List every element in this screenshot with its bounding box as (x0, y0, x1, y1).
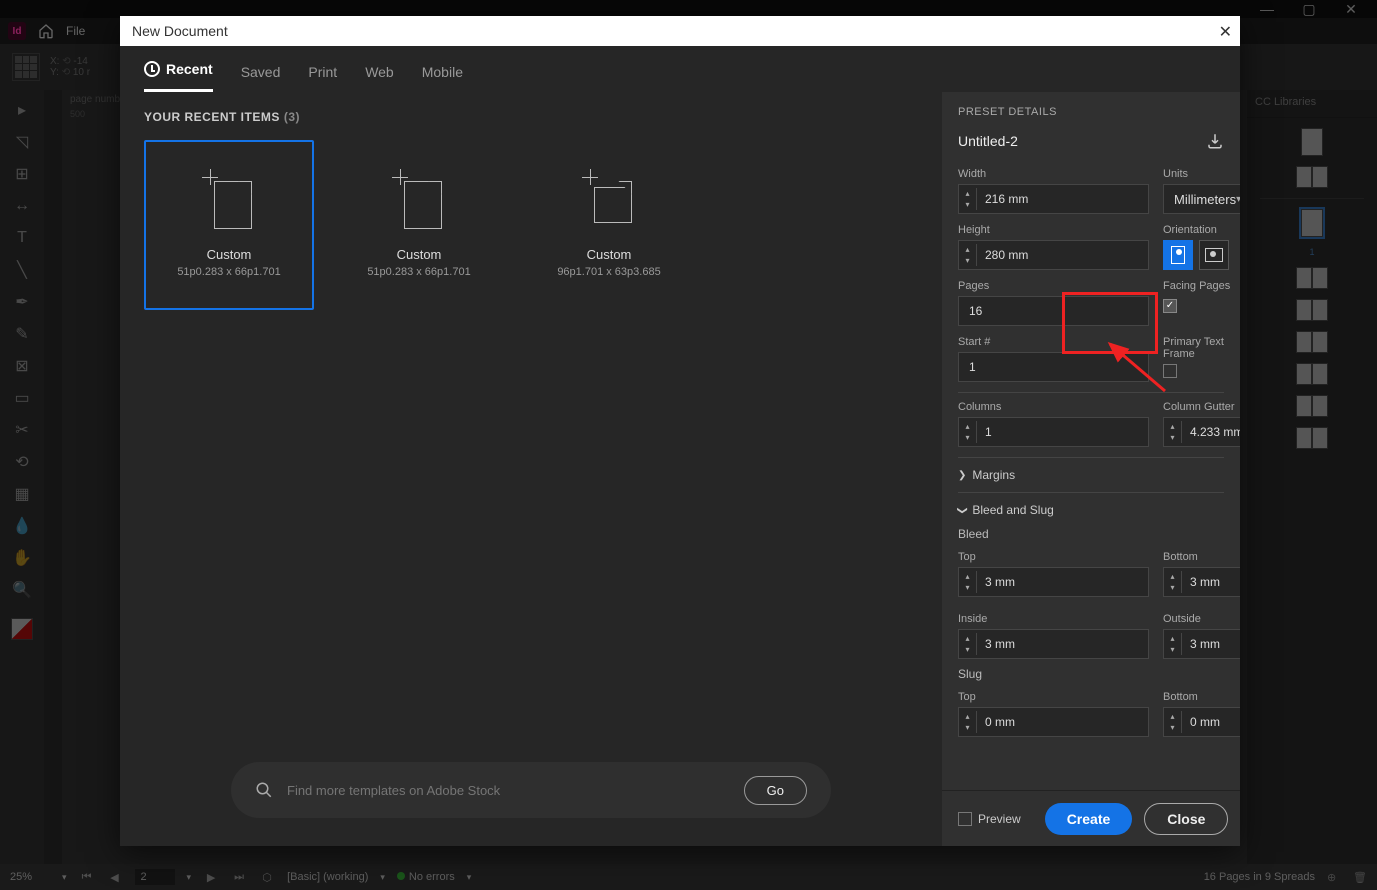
dialog-footer: Preview Create Close (942, 790, 1240, 846)
tab-recent[interactable]: Recent (144, 49, 213, 92)
preset-dimensions: 51p0.283 x 66p1.701 (177, 266, 280, 278)
units-select[interactable]: Millimeters▾ (1163, 184, 1240, 214)
dialog-titlebar: New Document ✕ (120, 16, 1240, 46)
preset-card-2[interactable]: Custom 51p0.283 x 66p1.701 (334, 140, 504, 310)
preset-details-pane: PRESET DETAILS Untitled-2 Width ▴▾ (942, 92, 1240, 846)
height-input[interactable]: ▴▾ (958, 240, 1149, 270)
pages-input[interactable] (958, 296, 1149, 326)
recent-heading: YOUR RECENT ITEMS(3) (144, 110, 918, 124)
preset-name-field[interactable]: Untitled-2 (958, 133, 1206, 149)
bleed-outside-input[interactable]: ▴▾ (1163, 629, 1240, 659)
orientation-portrait-button[interactable] (1163, 240, 1193, 270)
dialog-title: New Document (132, 23, 228, 39)
document-icon (586, 173, 632, 229)
stock-search-input[interactable] (287, 783, 730, 798)
details-heading: PRESET DETAILS (958, 106, 1224, 118)
clock-icon (144, 61, 160, 77)
preset-card-1[interactable]: Custom 51p0.283 x 66p1.701 (144, 140, 314, 310)
bleed-slug-section-toggle[interactable]: ❯Bleed and Slug (958, 503, 1224, 517)
gutter-input[interactable]: ▴▾ (1163, 417, 1240, 447)
preset-card-3[interactable]: Custom 96p1.701 x 63p3.685 (524, 140, 694, 310)
document-icon (396, 173, 442, 229)
new-document-dialog: New Document ✕ Recent Saved Print Web Mo… (120, 16, 1240, 846)
create-button[interactable]: Create (1045, 803, 1133, 835)
start-number-input[interactable] (958, 352, 1149, 382)
width-input[interactable]: ▴▾ (958, 184, 1149, 214)
search-icon (255, 781, 273, 799)
primary-text-frame-checkbox[interactable] (1163, 364, 1177, 378)
adobe-stock-search: Go (231, 762, 831, 818)
columns-input[interactable]: ▴▾ (958, 417, 1149, 447)
tab-print[interactable]: Print (308, 52, 337, 92)
close-button[interactable]: Close (1144, 803, 1228, 835)
preview-checkbox[interactable] (958, 812, 972, 826)
save-preset-icon[interactable] (1206, 132, 1224, 150)
bleed-top-input[interactable]: ▴▾ (958, 567, 1149, 597)
slug-bottom-input[interactable]: ▴▾ (1163, 707, 1240, 737)
orientation-landscape-button[interactable] (1199, 240, 1229, 270)
tab-saved[interactable]: Saved (241, 52, 281, 92)
recent-pane: YOUR RECENT ITEMS(3) Custom 51p0.283 x 6… (120, 92, 942, 846)
document-icon (206, 173, 252, 229)
tab-web[interactable]: Web (365, 52, 394, 92)
go-button[interactable]: Go (744, 776, 807, 805)
bleed-inside-input[interactable]: ▴▾ (958, 629, 1149, 659)
slug-top-input[interactable]: ▴▾ (958, 707, 1149, 737)
preset-name: Custom (207, 247, 252, 262)
bleed-bottom-input[interactable]: ▴▾ (1163, 567, 1240, 597)
margins-section-toggle[interactable]: ❯Margins (958, 468, 1224, 482)
preview-label: Preview (978, 812, 1021, 826)
tab-mobile[interactable]: Mobile (422, 52, 463, 92)
facing-pages-checkbox[interactable]: ✓ (1163, 299, 1177, 313)
dialog-close-button[interactable]: ✕ (1219, 22, 1232, 42)
dialog-tabs: Recent Saved Print Web Mobile (120, 46, 1240, 92)
